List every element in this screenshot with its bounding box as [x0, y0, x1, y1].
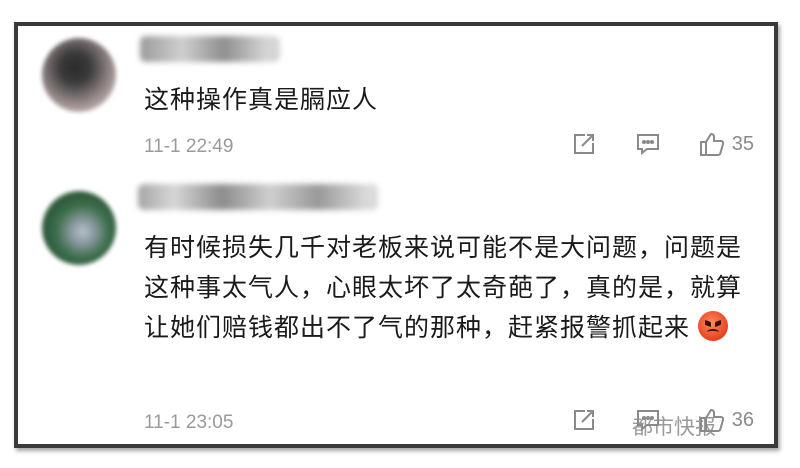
comment-timestamp: 11-1 23:05 — [144, 412, 234, 433]
comment-icon — [636, 134, 659, 156]
thumbs-up-icon — [699, 408, 724, 432]
like-button[interactable]: 35 — [698, 130, 754, 158]
like-count: 36 — [731, 408, 754, 431]
comment-text: 这种操作真是膈应人 — [144, 85, 379, 114]
comment-text-body: 有时候损失几千对老板来说可能不是大问题，问题是这种事太气人，心眼太坏了太奇葩了，… — [144, 233, 743, 342]
angry-face-icon — [698, 311, 729, 341]
comment-timestamp: 11-1 22:49 — [144, 136, 234, 157]
comment-actions: 35 — [534, 130, 754, 158]
avatar[interactable] — [42, 38, 116, 112]
like-button[interactable]: 36 — [698, 406, 754, 434]
thumbs-up-icon — [699, 132, 724, 156]
comment-text: 有时候损失几千对老板来说可能不是大问题，问题是这种事太气人，心眼太坏了太奇葩了，… — [144, 228, 744, 348]
share-icon — [573, 134, 594, 154]
comment-item: 有时候损失几千对老板来说可能不是大问题，问题是这种事太气人，心眼太坏了太奇葩了，… — [18, 176, 774, 444]
avatar[interactable] — [42, 191, 116, 265]
share-button[interactable] — [570, 406, 598, 434]
reply-button[interactable] — [634, 130, 662, 158]
comment-icon — [636, 410, 659, 432]
share-icon — [573, 410, 594, 430]
share-button[interactable] — [570, 130, 598, 158]
like-count: 35 — [731, 132, 754, 155]
comment-actions: 36 — [534, 406, 754, 434]
comment-panel: 这种操作真是膈应人 11-1 22:49 35 有时候损失几千对老板来说可能不是… — [14, 22, 778, 448]
reply-button[interactable] — [634, 406, 662, 434]
comment-item: 这种操作真是膈应人 11-1 22:49 35 — [18, 26, 774, 176]
username-blurred[interactable] — [140, 36, 280, 62]
username-blurred[interactable] — [138, 184, 378, 210]
